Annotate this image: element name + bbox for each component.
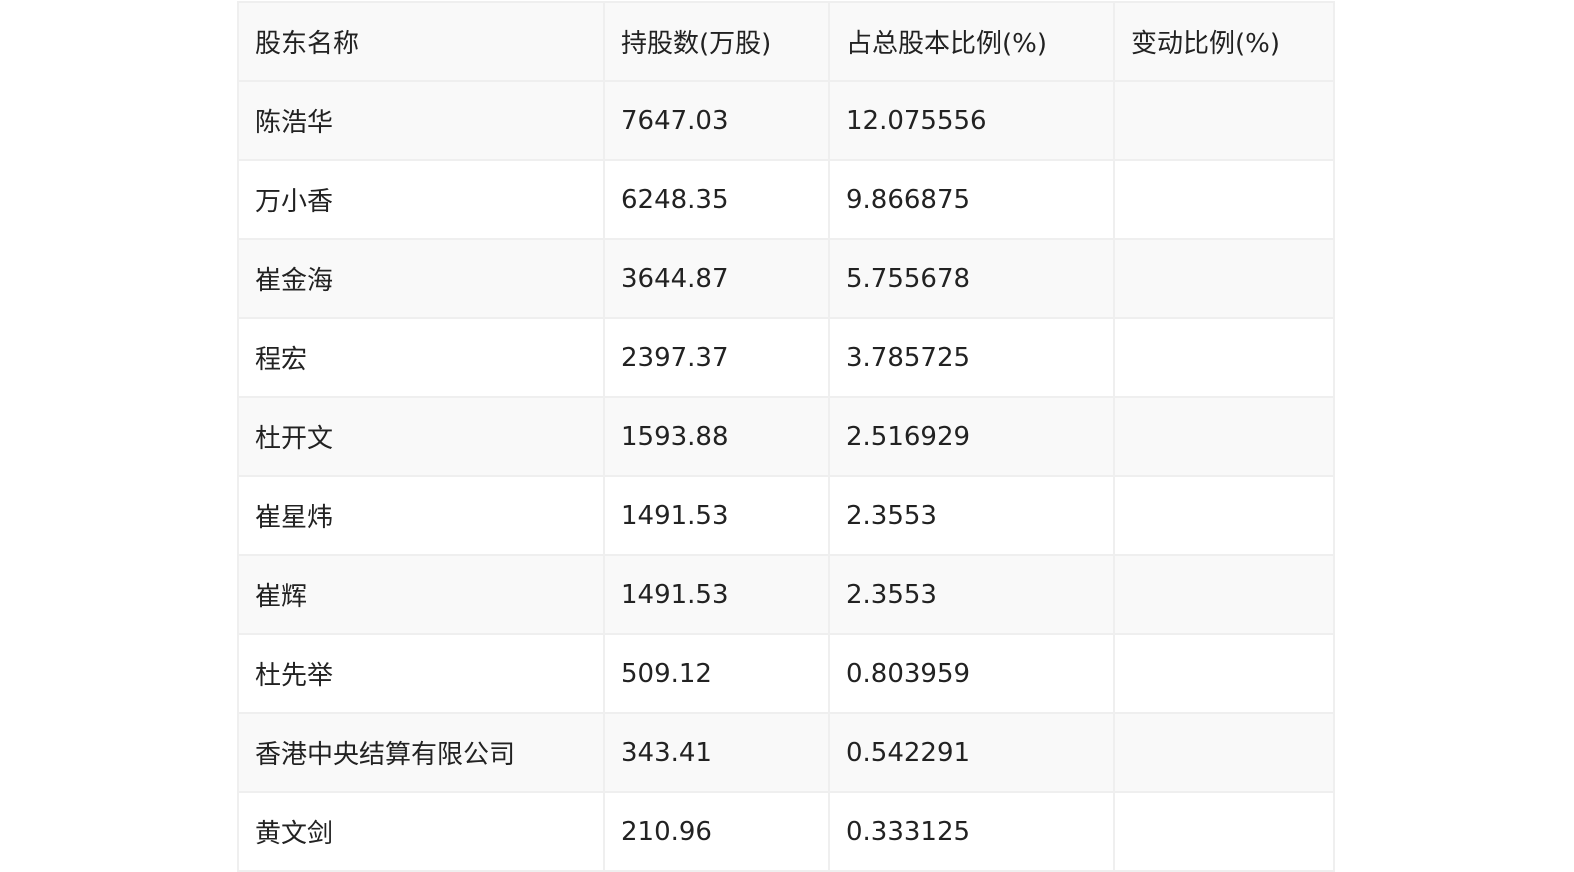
cell-change-ratio: [1113, 712, 1335, 793]
cell-share-ratio: 9.866875: [828, 159, 1115, 240]
cell-shareholder-name: 崔星炜: [237, 475, 605, 556]
cell-share-ratio: 0.333125: [828, 791, 1115, 872]
table-row: 崔辉 1491.53 2.3553: [237, 554, 1335, 635]
cell-change-ratio: [1113, 475, 1335, 556]
cell-shareholder-name: 杜先举: [237, 633, 605, 714]
cell-share-ratio: 2.3553: [828, 475, 1115, 556]
table-row: 万小香 6248.35 9.866875: [237, 159, 1335, 240]
table-row: 杜开文 1593.88 2.516929: [237, 396, 1335, 477]
cell-share-ratio: 0.542291: [828, 712, 1115, 793]
cell-share-ratio: 5.755678: [828, 238, 1115, 319]
cell-shareholder-name: 杜开文: [237, 396, 605, 477]
cell-share-ratio: 3.785725: [828, 317, 1115, 398]
cell-shares-held: 2397.37: [603, 317, 830, 398]
table-row: 黄文剑 210.96 0.333125: [237, 791, 1335, 872]
cell-change-ratio: [1113, 554, 1335, 635]
cell-shares-held: 7647.03: [603, 80, 830, 161]
cell-shares-held: 210.96: [603, 791, 830, 872]
table-body: 陈浩华 7647.03 12.075556 万小香 6248.35 9.866875 崔金海…: [237, 80, 1335, 872]
cell-change-ratio: [1113, 80, 1335, 161]
cell-change-ratio: [1113, 317, 1335, 398]
table-row: 崔金海 3644.87 5.755678: [237, 238, 1335, 319]
header-share-ratio: 占总股本比例(%): [828, 1, 1115, 82]
cell-shares-held: 6248.35: [603, 159, 830, 240]
header-shareholder-name: 股东名称: [237, 1, 605, 82]
cell-shares-held: 1491.53: [603, 475, 830, 556]
cell-share-ratio: 12.075556: [828, 80, 1115, 161]
cell-change-ratio: [1113, 633, 1335, 714]
cell-shares-held: 1491.53: [603, 554, 830, 635]
table-row: 程宏 2397.37 3.785725: [237, 317, 1335, 398]
table-row: 崔星炜 1491.53 2.3553: [237, 475, 1335, 556]
cell-shareholder-name: 万小香: [237, 159, 605, 240]
header-shares-held: 持股数(万股): [603, 1, 830, 82]
cell-change-ratio: [1113, 396, 1335, 477]
cell-share-ratio: 2.516929: [828, 396, 1115, 477]
cell-shareholder-name: 程宏: [237, 317, 605, 398]
cell-shareholder-name: 崔辉: [237, 554, 605, 635]
cell-shareholder-name: 黄文剑: [237, 791, 605, 872]
cell-shareholder-name: 陈浩华: [237, 80, 605, 161]
cell-change-ratio: [1113, 791, 1335, 872]
table-row: 杜先举 509.12 0.803959: [237, 633, 1335, 714]
cell-shares-held: 3644.87: [603, 238, 830, 319]
cell-shares-held: 1593.88: [603, 396, 830, 477]
shareholder-table: 股东名称 持股数(万股) 占总股本比例(%) 变动比例(%) 陈浩华 7647.0…: [237, 1, 1335, 872]
cell-shares-held: 509.12: [603, 633, 830, 714]
cell-change-ratio: [1113, 238, 1335, 319]
table-row: 陈浩华 7647.03 12.075556: [237, 80, 1335, 161]
cell-share-ratio: 2.3553: [828, 554, 1115, 635]
header-change-ratio: 变动比例(%): [1113, 1, 1335, 82]
cell-shares-held: 343.41: [603, 712, 830, 793]
table-header-row: 股东名称 持股数(万股) 占总股本比例(%) 变动比例(%): [237, 1, 1335, 82]
cell-share-ratio: 0.803959: [828, 633, 1115, 714]
cell-change-ratio: [1113, 159, 1335, 240]
table-row: 香港中央结算有限公司 343.41 0.542291: [237, 712, 1335, 793]
cell-shareholder-name: 崔金海: [237, 238, 605, 319]
cell-shareholder-name: 香港中央结算有限公司: [237, 712, 605, 793]
shareholder-table-container: 股东名称 持股数(万股) 占总股本比例(%) 变动比例(%) 陈浩华 7647.0…: [237, 1, 1335, 872]
